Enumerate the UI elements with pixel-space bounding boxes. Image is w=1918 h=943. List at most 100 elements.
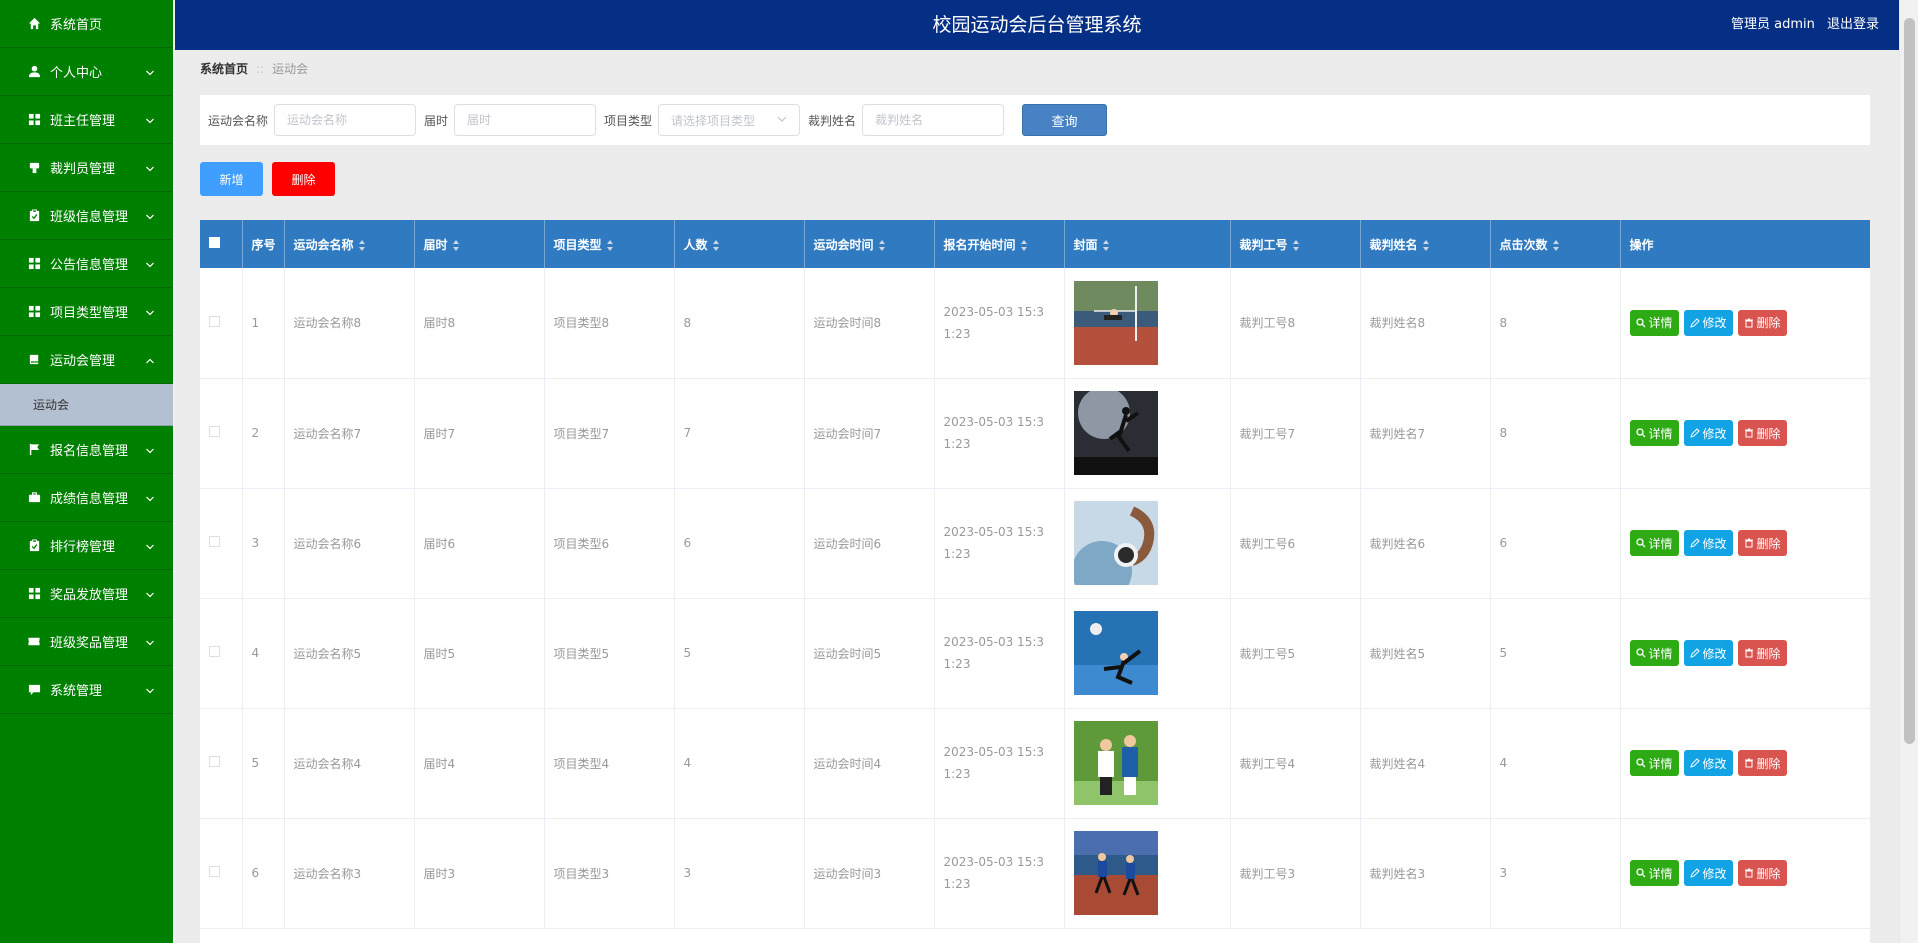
sidebar-item-9[interactable]: 成绩信息管理 [0, 474, 173, 522]
sort-icon[interactable] [1552, 239, 1560, 251]
detail-button[interactable]: 详情 [1629, 860, 1679, 886]
detail-button[interactable]: 详情 [1629, 420, 1679, 446]
trash-icon [1744, 648, 1754, 658]
delete-button[interactable]: 删除 [1737, 860, 1787, 886]
cell-clicks-text: 8 [1499, 426, 1508, 440]
sidebar-item-3[interactable]: 裁判员管理 [0, 144, 173, 192]
select-all-checkbox[interactable] [209, 237, 220, 248]
detail-button[interactable]: 详情 [1629, 530, 1679, 556]
pencil-icon [1689, 868, 1700, 878]
sidebar-item-label: 系统首页 [50, 18, 103, 33]
sort-icon[interactable] [1102, 239, 1110, 251]
cell-start-time: 2023-05-03 15:31:23 [934, 708, 1065, 819]
cell-operations: 详情 修改 删除 [1620, 708, 1870, 819]
cell-start-time: 2023-05-03 15:31:23 [934, 818, 1065, 929]
edit-button[interactable]: 修改 [1683, 860, 1733, 886]
sidebar-item-11[interactable]: 奖品发放管理 [0, 570, 173, 618]
detail-button[interactable]: 详情 [1629, 309, 1679, 336]
breadcrumb-home[interactable]: 系统首页 [200, 62, 248, 76]
sidebar-item-6[interactable]: 项目类型管理 [0, 288, 173, 336]
sidebar-item-10[interactable]: 排行榜管理 [0, 522, 173, 570]
sidebar-item-13[interactable]: 系统管理 [0, 666, 173, 714]
table-row[interactable]: 5 运动会名称4 届时4 项目类型4 4 运动会时间4 2023-05-03 15:31:2… [200, 708, 1870, 819]
sort-icon[interactable] [358, 239, 366, 251]
detail-button[interactable]: 详情 [1629, 640, 1679, 666]
sidebar-item-1[interactable]: 个人中心 [0, 48, 173, 96]
edit-button[interactable]: 修改 [1683, 420, 1733, 446]
column-header[interactable]: 人数 [674, 220, 805, 268]
table-row[interactable]: 6 运动会名称3 届时3 项目类型3 3 运动会时间3 2023-05-03 15:31:2… [200, 818, 1870, 929]
delete-button[interactable]: 删除 [1737, 309, 1787, 336]
delete-button[interactable]: 删除 [1737, 640, 1787, 666]
sort-icon[interactable] [1292, 239, 1300, 251]
column-header[interactable]: 序号 [242, 220, 285, 268]
row-checkbox[interactable] [209, 315, 220, 327]
sidebar-item-8[interactable]: 报名信息管理 [0, 426, 173, 474]
column-header-label: 裁判工号 [1239, 237, 1288, 252]
edit-button[interactable]: 修改 [1683, 640, 1733, 666]
sidebar-item-2[interactable]: 班主任管理 [0, 96, 173, 144]
row-checkbox[interactable] [209, 536, 220, 547]
cell-type-text: 项目类型7 [553, 426, 610, 441]
sidebar-item-7[interactable]: 运动会管理 [0, 336, 173, 384]
sidebar-item-4[interactable]: 班级信息管理 [0, 192, 173, 240]
delete-button[interactable]: 删除 [1737, 530, 1787, 556]
referee-search-input[interactable] [862, 104, 1005, 136]
batch-delete-button[interactable]: 删除 [272, 162, 335, 196]
sort-icon[interactable] [878, 239, 886, 251]
name-search-input[interactable] [274, 104, 417, 136]
sidebar-subitem-active[interactable]: 运动会 [0, 384, 173, 426]
table-row[interactable]: 4 运动会名称5 届时5 项目类型5 5 运动会时间5 2023-05-03 15:31:2… [200, 598, 1870, 709]
cell-type: 项目类型8 [544, 268, 675, 379]
cell-start-time: 2023-05-03 15:31:23 [934, 268, 1065, 379]
cell-clicks-text: 5 [1499, 646, 1508, 660]
scrollbar[interactable] [1899, 0, 1918, 943]
column-header[interactable]: 报名开始时间 [934, 220, 1065, 268]
cell-start-time-text: 2023-05-03 15:31:23 [943, 415, 1045, 451]
cell-operations: 详情 修改 删除 [1620, 598, 1870, 709]
sidebar-item-12[interactable]: 班级奖品管理 [0, 618, 173, 666]
query-button[interactable]: 查询 [1022, 104, 1108, 136]
row-checkbox[interactable] [209, 756, 220, 767]
table-row[interactable]: 1 运动会名称8 届时8 项目类型8 8 运动会时间8 2023-05-03 15:31:2… [200, 268, 1870, 379]
edit-button[interactable]: 修改 [1683, 750, 1733, 776]
column-header[interactable]: 项目类型 [544, 220, 675, 268]
column-header[interactable]: 裁判姓名 [1360, 220, 1491, 268]
column-header[interactable]: 裁判工号 [1230, 220, 1361, 268]
sidebar-item-0[interactable]: 系统首页 [0, 0, 173, 48]
row-checkbox[interactable] [209, 646, 220, 657]
edit-button[interactable]: 修改 [1683, 530, 1733, 556]
delete-label: 删除 [1756, 316, 1781, 331]
table-row[interactable]: 3 运动会名称6 届时6 项目类型6 6 运动会时间6 2023-05-03 15:31:2… [200, 488, 1870, 599]
edit-label: 修改 [1702, 756, 1727, 771]
logout-link[interactable]: 退出登录 [1827, 17, 1879, 32]
column-header[interactable]: 运动会名称 [284, 220, 415, 268]
cell-referee-id-text: 裁判工号4 [1239, 756, 1296, 771]
column-header[interactable]: 封面 [1064, 220, 1231, 268]
column-header[interactable]: 运动会时间 [804, 220, 935, 268]
column-header[interactable]: 操作 [1620, 220, 1870, 268]
table-row[interactable]: 2 运动会名称7 届时7 项目类型7 7 运动会时间7 2023-05-03 15:31:2… [200, 378, 1870, 489]
sidebar-item-5[interactable]: 公告信息管理 [0, 240, 173, 288]
column-header[interactable]: 点击次数 [1490, 220, 1621, 268]
delete-button[interactable]: 删除 [1737, 420, 1787, 446]
add-button[interactable]: 新增 [200, 162, 263, 196]
sort-icon[interactable] [1422, 239, 1430, 251]
sort-icon[interactable] [712, 239, 720, 251]
sort-icon[interactable] [1020, 239, 1028, 251]
detail-button[interactable]: 详情 [1629, 750, 1679, 776]
sort-icon[interactable] [452, 239, 460, 251]
column-header[interactable]: 届时 [414, 220, 545, 268]
row-checkbox[interactable] [209, 866, 220, 877]
delete-button[interactable]: 删除 [1737, 750, 1787, 776]
session-search-input[interactable] [454, 104, 597, 136]
cell-referee-id-text: 裁判工号5 [1239, 646, 1296, 661]
type-select[interactable]: 请选择项目类型 [658, 104, 801, 136]
row-checkbox[interactable] [209, 426, 220, 437]
chevron-up-icon [145, 355, 155, 365]
sort-icon[interactable] [606, 239, 614, 251]
scrollbar-thumb[interactable] [1904, 18, 1915, 744]
breadcrumb-separator: :: [256, 62, 265, 76]
sidebar-item-label: 公告信息管理 [50, 258, 129, 273]
edit-button[interactable]: 修改 [1683, 309, 1733, 336]
